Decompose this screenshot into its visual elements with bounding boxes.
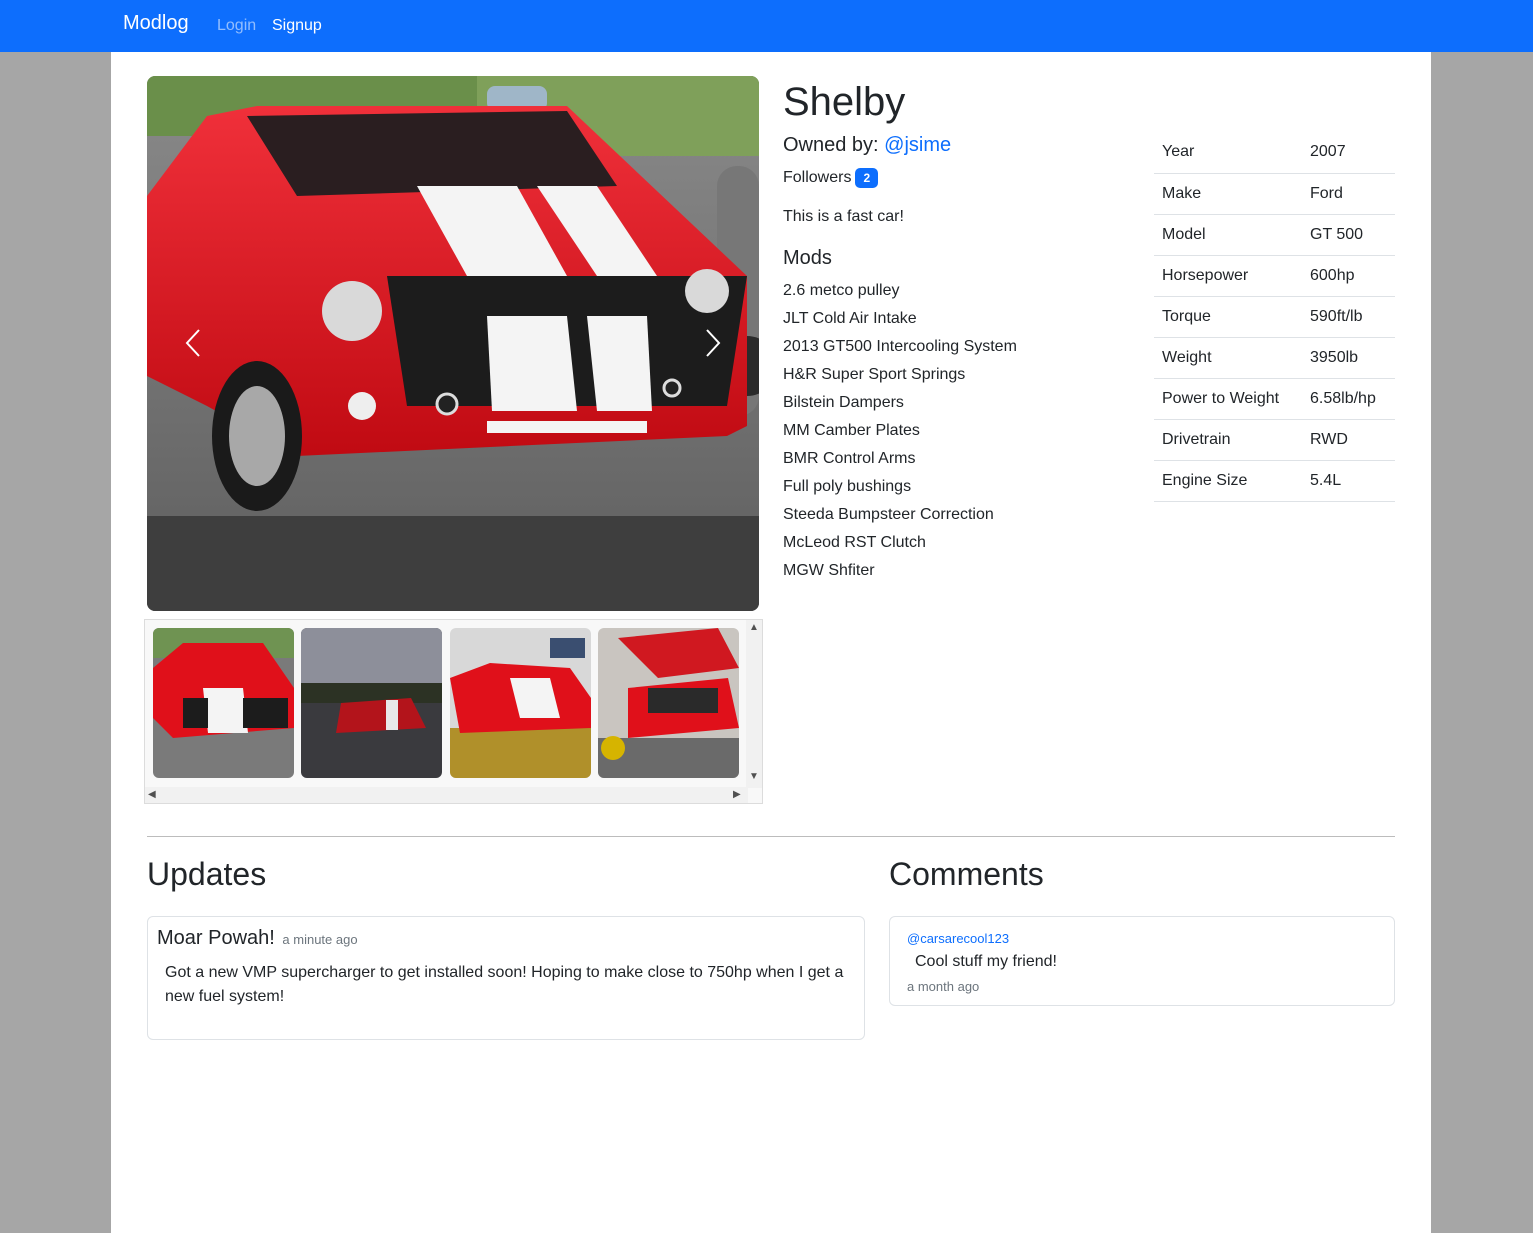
mod-item: BMR Control Arms <box>783 450 916 467</box>
spec-row: Year 2007 <box>1154 132 1395 174</box>
thumbnail-vertical-scrollbar[interactable]: ▲ ▼ <box>746 620 762 788</box>
mod-item: Full poly bushings <box>783 478 912 495</box>
spec-label: Engine Size <box>1154 460 1302 502</box>
chevron-left-icon <box>185 329 200 357</box>
thumbnail-4[interactable] <box>598 628 739 778</box>
spec-label: Power to Weight <box>1154 378 1302 420</box>
spec-value: 5.4L <box>1302 460 1395 502</box>
comment-card: @carsarecool123 Cool stuff my friend! a … <box>889 916 1395 1006</box>
update-title-line: Moar Powah! a minute ago <box>157 927 358 950</box>
car-title: Shelby <box>783 80 906 124</box>
owner-link[interactable]: @jsime <box>884 134 951 156</box>
chevron-right-icon <box>706 329 721 357</box>
photo-carousel <box>147 76 759 611</box>
mod-item: JLT Cold Air Intake <box>783 310 917 327</box>
update-title: Moar Powah! <box>157 927 275 949</box>
comment-author-link[interactable]: @carsarecool123 <box>907 931 1009 946</box>
spec-row: Make Ford <box>1154 173 1395 215</box>
scroll-down-icon[interactable]: ▼ <box>749 772 759 782</box>
mod-item: 2013 GT500 Intercooling System <box>783 338 1017 355</box>
mod-item: 2.6 metco pulley <box>783 282 900 299</box>
spec-row: Model GT 500 <box>1154 214 1395 256</box>
spec-row: Drivetrain RWD <box>1154 419 1395 461</box>
spec-value: GT 500 <box>1302 214 1395 256</box>
main-container: ▲ ▼ ◀ ▶ Shelby Owned by: @jsime Follower… <box>111 52 1431 1233</box>
spec-row: Weight 3950lb <box>1154 337 1395 379</box>
updates-heading: Updates <box>147 856 267 892</box>
spec-value: 2007 <box>1302 132 1395 174</box>
spec-row: Power to Weight 6.58lb/hp <box>1154 378 1395 420</box>
scroll-right-icon[interactable]: ▶ <box>733 790 741 800</box>
spec-label: Weight <box>1154 337 1302 379</box>
spec-value: Ford <box>1302 173 1395 215</box>
comment-timestamp: a month ago <box>907 979 980 994</box>
thumbnail-image <box>598 628 739 778</box>
mod-item: MGW Shfiter <box>783 562 875 579</box>
scroll-left-icon[interactable]: ◀ <box>148 790 156 800</box>
spec-row: Torque 590ft/lb <box>1154 296 1395 338</box>
thumbnail-strip[interactable]: ▲ ▼ ◀ ▶ <box>144 619 763 804</box>
section-divider <box>147 836 1395 837</box>
update-timestamp: a minute ago <box>282 932 358 947</box>
scroll-up-icon[interactable]: ▲ <box>749 623 759 633</box>
spec-value: RWD <box>1302 419 1395 461</box>
thumbnail-1[interactable] <box>153 628 294 778</box>
followers-count-badge: 2 <box>855 168 879 188</box>
thumbnail-2[interactable] <box>301 628 442 778</box>
spec-value: 3950lb <box>1302 337 1395 379</box>
car-photo <box>147 76 759 611</box>
update-body: Got a new VMP supercharger to get instal… <box>165 964 844 1005</box>
update-card: Moar Powah! a minute ago Got a new VMP s… <box>147 916 865 1040</box>
mod-item: Steeda Bumpsteer Correction <box>783 506 994 523</box>
thumbnail-image <box>301 628 442 778</box>
owned-by-label: Owned by: <box>783 134 879 156</box>
carousel-prev-button[interactable] <box>173 321 213 365</box>
comments-heading: Comments <box>889 856 1044 892</box>
spec-row: Horsepower 600hp <box>1154 255 1395 297</box>
top-navbar: Modlog Login Signup <box>0 0 1533 52</box>
nav-login-link[interactable]: Login <box>217 17 256 35</box>
mod-item: Bilstein Dampers <box>783 394 904 411</box>
mods-heading: Mods <box>783 247 832 269</box>
spec-label: Year <box>1154 132 1302 174</box>
car-description: This is a fast car! <box>783 208 904 225</box>
spec-value: 6.58lb/hp <box>1302 378 1395 420</box>
spec-label: Drivetrain <box>1154 419 1302 461</box>
specs-table: Year 2007 Make Ford Model GT 500 Horsepower… <box>1154 132 1395 502</box>
comment-body: Cool stuff my friend! <box>915 953 1057 970</box>
carousel-next-button[interactable] <box>693 321 733 365</box>
owner-line: Owned by: @jsime <box>783 134 951 157</box>
spec-label: Horsepower <box>1154 255 1302 297</box>
followers-line[interactable]: Followers 2 <box>783 168 879 188</box>
thumbnail-horizontal-scrollbar[interactable]: ◀ ▶ <box>145 787 748 803</box>
mod-item: H&R Super Sport Springs <box>783 366 966 383</box>
spec-label: Make <box>1154 173 1302 215</box>
nav-signup-link[interactable]: Signup <box>272 17 322 35</box>
mod-item: MM Camber Plates <box>783 422 920 439</box>
thumbnail-3[interactable] <box>450 628 591 778</box>
spec-value: 600hp <box>1302 255 1395 297</box>
thumbnail-image <box>153 628 294 778</box>
brand-link[interactable]: Modlog <box>123 12 189 35</box>
mods-list: 2.6 metco pulley JLT Cold Air Intake 201… <box>783 281 1017 589</box>
spec-value: 590ft/lb <box>1302 296 1395 338</box>
spec-label: Torque <box>1154 296 1302 338</box>
thumbnail-image <box>450 628 591 778</box>
spec-row: Engine Size 5.4L <box>1154 460 1395 502</box>
spec-label: Model <box>1154 214 1302 256</box>
followers-label: Followers <box>783 169 852 186</box>
mod-item: McLeod RST Clutch <box>783 534 926 551</box>
